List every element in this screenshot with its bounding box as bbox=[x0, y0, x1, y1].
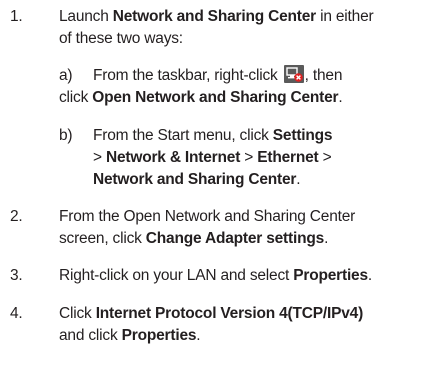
step-1-text-line2: of these two ways: bbox=[59, 30, 183, 47]
step-1b-text-part: . bbox=[296, 171, 301, 188]
step-1b-bold-term: Settings bbox=[272, 127, 333, 144]
step-1b-label: b) bbox=[59, 127, 73, 144]
instruction-document: 1. Launch Network and Sharing Center in … bbox=[0, 0, 433, 372]
step-1b-bold-term: Network and Sharing Center bbox=[93, 171, 297, 188]
step-2-text-line1: From the Open Network and Sharing Center bbox=[59, 208, 356, 225]
step-2-text-part: . bbox=[324, 230, 329, 247]
step-1b-bold-term: Ethernet bbox=[257, 149, 319, 166]
step-1-bold-term: Network and Sharing Center bbox=[112, 8, 316, 25]
step-3-bold-term: Properties bbox=[293, 267, 368, 284]
step-3-text: Right-click on your LAN and select Prope… bbox=[59, 265, 429, 287]
step-1b-text-part: > bbox=[240, 149, 258, 166]
step-1b: b) From the Start menu, click Settings > … bbox=[59, 125, 429, 191]
step-4-text: Click Internet Protocol Version 4(TCP/IP… bbox=[59, 303, 429, 347]
step-4-bold-term: Properties bbox=[121, 327, 197, 344]
step-4-bold-term: Internet Protocol Version 4(TCP/IPv4) bbox=[95, 305, 364, 322]
step-1-text: Launch Network and Sharing Center in eit… bbox=[59, 6, 429, 50]
step-1-text-part: Launch bbox=[59, 8, 113, 25]
step-2-number: 2. bbox=[10, 208, 23, 225]
step-3-text-part: Right-click on your LAN and select bbox=[59, 267, 294, 284]
step-1a: a) From the taskbar, right-click , then c… bbox=[59, 65, 429, 109]
step-2-text-part: screen, click bbox=[59, 230, 146, 247]
step-1a-label: a) bbox=[59, 67, 73, 84]
step-2-text: From the Open Network and Sharing Center… bbox=[59, 206, 429, 250]
step-1b-text-part: > bbox=[93, 149, 106, 166]
step-1a-text-part: From the taskbar, right-click bbox=[93, 67, 282, 84]
step-1a-text-part: , then bbox=[304, 67, 343, 84]
step-1b-text-part: From the Start menu, click bbox=[93, 127, 273, 144]
step-1a-text-part: click bbox=[59, 89, 93, 106]
step-1-number: 1. bbox=[10, 8, 23, 25]
step-1a-bold-term: Open Network and Sharing Center bbox=[92, 89, 339, 106]
step-1a-text-part: . bbox=[338, 89, 343, 106]
step-1b-bold-term: Network & Internet bbox=[105, 149, 241, 166]
step-4-text-part: and click bbox=[59, 327, 122, 344]
step-4-text-part: Click bbox=[59, 305, 96, 322]
step-1-text-part: in either bbox=[316, 8, 374, 25]
step-2-bold-term: Change Adapter settings bbox=[145, 230, 325, 247]
step-4-text-part: . bbox=[196, 327, 201, 344]
step-3-text-part: . bbox=[367, 267, 373, 284]
step-4-number: 4. bbox=[10, 305, 23, 322]
step-1b-text-part: > bbox=[318, 149, 332, 166]
network-error-tray-icon bbox=[283, 65, 304, 83]
step-3-number: 3. bbox=[10, 267, 23, 284]
